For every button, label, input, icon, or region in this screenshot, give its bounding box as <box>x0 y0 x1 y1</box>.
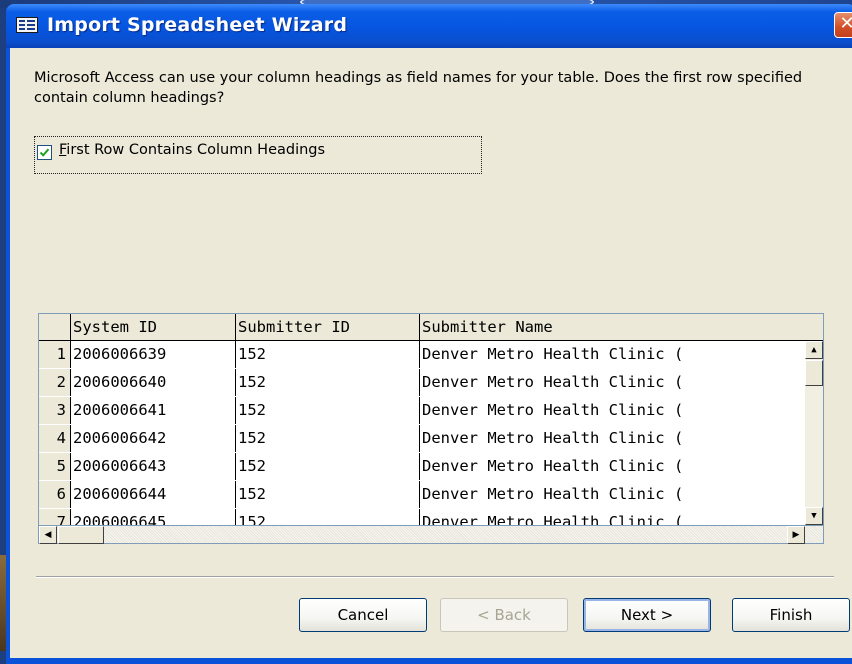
cell-system-id: 2006006643 <box>71 453 236 480</box>
cell-system-id: 2006006640 <box>71 369 236 396</box>
cell-submitter-name: Denver Metro Health Clinic ( <box>422 457 684 475</box>
button-separator <box>36 576 834 578</box>
table-row[interactable]: 7 2006006645 152 Denver Metro Health Cli… <box>39 509 805 526</box>
table-row[interactable]: 3 2006006641 152 Denver Metro Health Cli… <box>39 397 805 424</box>
row-number: 5 <box>39 453 71 480</box>
scroll-right-arrow-icon: ▶ <box>792 530 800 540</box>
cell-system-id: 2006006645 <box>71 509 236 525</box>
first-row-headings-option[interactable]: First Row Contains Column Headings <box>34 136 482 174</box>
row-number: 6 <box>39 481 71 508</box>
vertical-scroll-thumb[interactable] <box>805 360 823 386</box>
column-header-submitter-id[interactable]: Submitter ID <box>236 314 420 341</box>
cell-submitter-name: Denver Metro Health Clinic ( <box>422 345 684 363</box>
cell-system-id: 2006006644 <box>71 481 236 508</box>
first-row-headings-checkbox[interactable] <box>37 145 52 160</box>
cell-submitter-id: 152 <box>236 397 420 424</box>
cell-submitter-name: Denver Metro Health Clinic ( <box>422 401 684 419</box>
row-number: 3 <box>39 397 71 424</box>
table-row[interactable]: 4 2006006642 152 Denver Metro Health Cli… <box>39 425 805 452</box>
row-number: 4 <box>39 425 71 452</box>
window-title: Import Spreadsheet Wizard <box>47 14 348 36</box>
first-row-headings-label: First Row Contains Column Headings <box>59 142 326 158</box>
scroll-left-arrow-icon: ◀ <box>44 530 52 540</box>
scroll-up-arrow-icon: ▲ <box>811 345 817 355</box>
scroll-down-button[interactable]: ▼ <box>805 507 823 525</box>
scroll-up-button[interactable]: ▲ <box>805 341 823 359</box>
row-number: 1 <box>39 341 71 368</box>
cancel-button[interactable]: Cancel <box>299 598 427 632</box>
back-button[interactable]: < Back <box>440 598 568 632</box>
table-row[interactable]: 1 2006006639 152 Denver Metro Health Cli… <box>39 341 805 368</box>
cell-submitter-name: Denver Metro Health Clinic ( <box>422 373 684 391</box>
cell-submitter-name: Denver Metro Health Clinic ( <box>422 513 684 526</box>
data-preview-grid[interactable]: System ID Submitter ID Submitter Name 1 … <box>38 313 824 526</box>
cell-submitter-name: Denver Metro Health Clinic ( <box>422 485 684 503</box>
finish-button[interactable]: Finish <box>732 598 850 632</box>
grid-header-row: System ID Submitter ID Submitter Name <box>39 314 823 341</box>
scroll-left-button[interactable]: ◀ <box>39 526 57 544</box>
import-wizard-window: Import Spreadsheet Wizard ✕ Microsoft Ac… <box>6 4 852 664</box>
cell-system-id: 2006006639 <box>71 341 236 368</box>
column-header-submitter-name[interactable]: Submitter Name <box>420 314 823 341</box>
horizontal-scrollbar[interactable]: ◀ ▶ <box>38 526 824 544</box>
wizard-prompt: Microsoft Access can use your column hea… <box>34 70 803 106</box>
scroll-right-button[interactable]: ▶ <box>787 526 805 544</box>
next-button[interactable]: Next > <box>583 598 711 632</box>
spreadsheet-icon <box>16 17 38 33</box>
cell-submitter-id: 152 <box>236 509 420 525</box>
cell-submitter-id: 152 <box>236 425 420 452</box>
table-row[interactable]: 6 2006006644 152 Denver Metro Health Cli… <box>39 481 805 508</box>
vertical-scrollbar[interactable]: ▲ ▼ <box>805 341 823 525</box>
cell-system-id: 2006006641 <box>71 397 236 424</box>
cell-submitter-id: 152 <box>236 481 420 508</box>
grid-corner-cell <box>39 314 71 341</box>
cell-submitter-id: 152 <box>236 453 420 480</box>
cell-system-id: 2006006642 <box>71 425 236 452</box>
cell-submitter-name: Denver Metro Health Clinic ( <box>422 429 684 447</box>
cell-submitter-id: 152 <box>236 341 420 368</box>
scroll-down-arrow-icon: ▼ <box>811 511 817 521</box>
close-button[interactable]: ✕ <box>834 12 852 38</box>
dialog-body: Microsoft Access can use your column hea… <box>10 48 852 658</box>
title-bar[interactable]: Import Spreadsheet Wizard ✕ <box>6 4 852 48</box>
column-header-system-id[interactable]: System ID <box>71 314 236 341</box>
row-number: 2 <box>39 369 71 396</box>
cell-submitter-id: 152 <box>236 369 420 396</box>
close-icon: ✕ <box>839 13 852 34</box>
checkmark-icon <box>39 148 50 157</box>
table-row[interactable]: 5 2006006643 152 Denver Metro Health Cli… <box>39 453 805 480</box>
horizontal-scroll-thumb[interactable] <box>58 526 104 544</box>
row-number: 7 <box>39 509 71 525</box>
table-row[interactable]: 2 2006006640 152 Denver Metro Health Cli… <box>39 369 805 396</box>
